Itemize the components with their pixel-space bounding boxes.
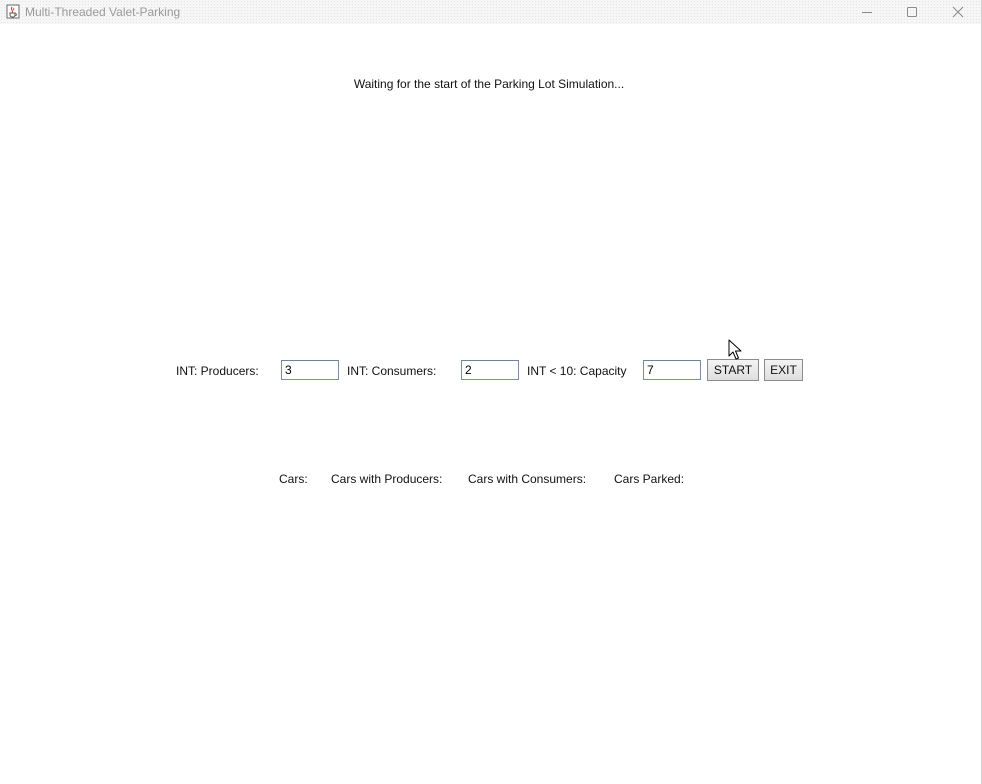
maximize-icon <box>907 7 917 17</box>
maximize-button[interactable] <box>889 0 935 24</box>
exit-button[interactable]: EXIT <box>764 359 803 381</box>
title-bar[interactable]: Multi-Threaded Valet-Parking <box>0 0 981 24</box>
mouse-pointer-icon <box>728 339 742 360</box>
cars-label: Cars: <box>279 472 308 486</box>
cars-with-producers-label: Cars with Producers: <box>331 472 443 486</box>
cars-parked-label: Cars Parked: <box>614 472 685 486</box>
cars-with-consumers-label: Cars with Consumers: <box>468 472 587 486</box>
java-cup-icon <box>6 4 20 19</box>
close-button[interactable] <box>935 0 981 24</box>
consumers-label: INT: Consumers: <box>347 364 437 378</box>
consumers-input[interactable]: 2 <box>461 360 519 380</box>
content-panel: Waiting for the start of the Parking Lot… <box>0 24 981 784</box>
close-icon <box>952 6 964 18</box>
app-window: Multi-Threaded Valet-Parking Waiting for… <box>0 0 982 784</box>
producers-input[interactable]: 3 <box>281 360 339 380</box>
window-title: Multi-Threaded Valet-Parking <box>25 5 181 19</box>
capacity-label: INT < 10: Capacity <box>527 364 627 378</box>
capacity-input[interactable]: 7 <box>643 360 701 380</box>
minimize-icon <box>862 12 872 13</box>
minimize-button[interactable] <box>844 0 890 24</box>
start-button[interactable]: START <box>707 359 759 381</box>
status-message: Waiting for the start of the Parking Lot… <box>353 77 625 91</box>
producers-label: INT: Producers: <box>176 364 259 378</box>
